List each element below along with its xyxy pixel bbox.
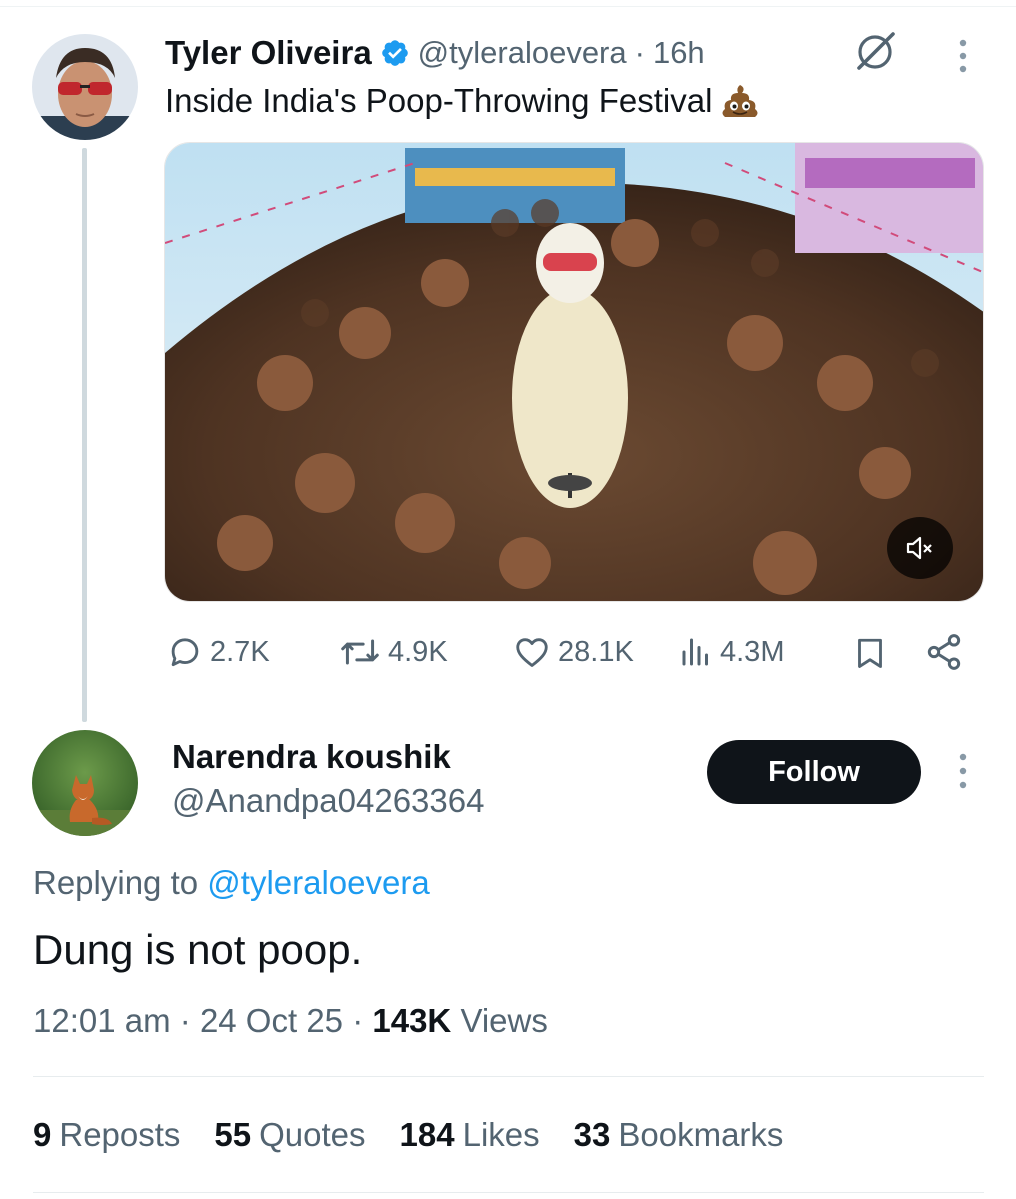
- reply-more-options-icon[interactable]: [952, 752, 974, 790]
- reply-meta: 12:01 am · 24 Oct 25 · 143K Views: [33, 1002, 548, 1040]
- views-count: 4.3M: [720, 635, 785, 668]
- bookmarks-count: 33: [573, 1116, 611, 1153]
- repost-icon: [341, 639, 379, 665]
- reply-text: Dung is not poop.: [33, 926, 363, 973]
- heart-icon: [516, 638, 548, 667]
- share-icon[interactable]: [924, 632, 964, 672]
- reply-count: 2.7K: [210, 635, 270, 668]
- repost-action[interactable]: 4.9K: [338, 626, 448, 678]
- like-count: 28.1K: [558, 635, 634, 668]
- reply-time[interactable]: 12:01 am: [33, 1002, 171, 1039]
- top-divider: [0, 6, 1016, 7]
- likes-label: Likes: [462, 1116, 540, 1153]
- poop-emoji-icon: [722, 85, 758, 117]
- quotes-count: 55: [214, 1116, 252, 1153]
- author-handle[interactable]: @tyleraloevera: [418, 35, 627, 71]
- likes-count: 184: [399, 1116, 455, 1153]
- divider: [33, 1076, 984, 1077]
- views-chart-icon: [682, 638, 708, 666]
- tweet-header: Tyler Oliveira @tyleraloevera · 16h: [165, 30, 705, 76]
- views-action[interactable]: 4.3M: [678, 626, 784, 678]
- repost-count: 4.9K: [388, 635, 448, 668]
- author-name[interactable]: Tyler Oliveira: [165, 34, 372, 72]
- reposts-count: 9: [33, 1116, 52, 1153]
- reply-author-name[interactable]: Narendra koushik: [172, 738, 451, 776]
- bookmark-icon[interactable]: [852, 634, 888, 672]
- quotes-stat[interactable]: 55 Quotes: [214, 1116, 365, 1154]
- reposts-stat[interactable]: 9 Reposts: [33, 1116, 180, 1154]
- reply-action[interactable]: 2.7K: [166, 626, 270, 678]
- meta-separator: ·: [352, 1002, 364, 1039]
- reply-views-count: 143K: [372, 1002, 452, 1039]
- replying-to-line: Replying to @tyleraloevera: [33, 864, 430, 902]
- reply-icon: [171, 638, 199, 667]
- mute-button[interactable]: [887, 517, 953, 579]
- engagement-stats: 9 Reposts 55 Quotes 184 Likes 33 Bookmarks: [33, 1116, 783, 1154]
- replying-to-handle-link[interactable]: @tyleraloevera: [207, 864, 429, 901]
- tweet-video[interactable]: [164, 142, 984, 602]
- author-avatar[interactable]: [32, 34, 138, 140]
- video-frame-image: [165, 143, 983, 601]
- bookmarks-stat[interactable]: 33 Bookmarks: [574, 1116, 784, 1154]
- reply-author-avatar[interactable]: [32, 730, 138, 836]
- follow-button[interactable]: Follow: [707, 740, 921, 804]
- grok-icon[interactable]: [850, 28, 900, 74]
- thread-line: [82, 148, 87, 722]
- likes-stat[interactable]: 184 Likes: [400, 1116, 540, 1154]
- reply-views-label: Views: [460, 1002, 548, 1039]
- like-action[interactable]: 28.1K: [512, 626, 634, 678]
- reply-date[interactable]: 24 Oct 25: [200, 1002, 343, 1039]
- bookmarks-label: Bookmarks: [618, 1116, 784, 1153]
- quotes-label: Quotes: [259, 1116, 366, 1153]
- reply-author-handle[interactable]: @Anandpa04263364: [172, 782, 484, 820]
- tweet-text: Inside India's Poop-Throwing Festival: [165, 82, 760, 120]
- reposts-label: Reposts: [59, 1116, 181, 1153]
- separator-dot: ·: [634, 35, 645, 70]
- replying-to-label: Replying to: [33, 864, 199, 901]
- tweet-body: Inside India's Poop-Throwing Festival: [165, 82, 713, 119]
- more-options-icon[interactable]: [952, 38, 974, 74]
- tweet-time[interactable]: 16h: [653, 35, 705, 71]
- meta-separator: ·: [179, 1002, 191, 1039]
- volume-muted-icon: [906, 536, 932, 560]
- verified-badge-icon: [381, 40, 408, 66]
- divider: [33, 1192, 984, 1193]
